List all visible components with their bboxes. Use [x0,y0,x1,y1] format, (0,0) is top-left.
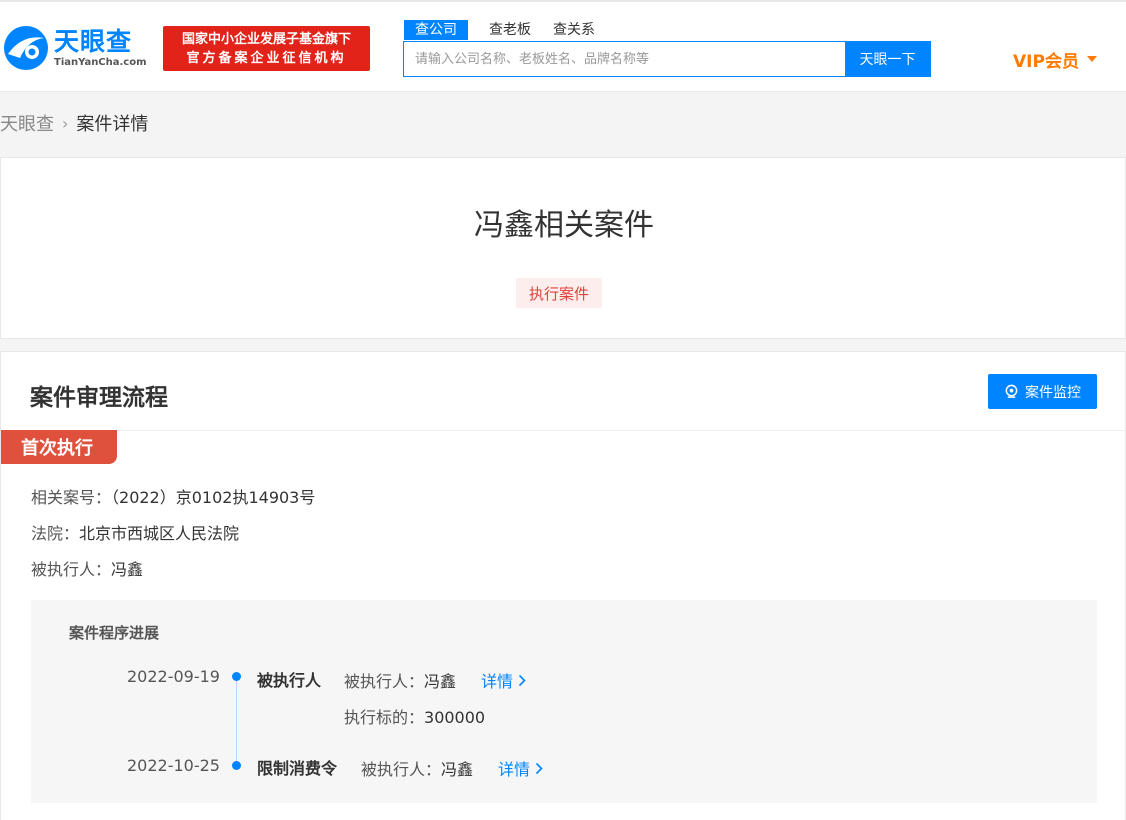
event-1-party-label: 被执行人： [344,672,425,691]
breadcrumb: 天眼查 › 案件详情 [0,110,149,136]
breadcrumb-home-link[interactable]: 天眼查 [0,110,54,136]
case-type-tag: 执行案件 [516,278,602,308]
case-number-value: （2022）京0102执14903号 [111,488,316,507]
vip-member-menu[interactable]: VIP会员 [1013,48,1097,72]
search-input[interactable] [404,42,845,76]
search-tabs: 查公司 查老板 查关系 [404,20,606,40]
event-1-detail-link[interactable]: 详情 [481,668,526,692]
logo-chinese: 天眼查 [54,27,133,56]
badge-line-2: 官方备案企业征信机构 [186,50,347,66]
chevron-right-icon: › [62,113,69,133]
event-2-detail-label: 详情 [498,760,531,779]
event-2-date: 2022-10-25 [127,756,220,775]
executee-label: 被执行人： [31,560,112,579]
page-title: 冯鑫相关案件 [474,208,654,243]
case-title-card: 冯鑫相关案件 执行案件 [0,157,1126,339]
case-number-label: 相关案号： [31,488,112,507]
event-1-detail-label: 详情 [481,672,514,691]
event-1-date: 2022-09-19 [127,667,220,686]
eye-logo-icon [4,26,48,70]
progress-panel: 案件程序进展 2022-09-19 被执行人 被执行人：冯鑫 详情 执行标的：3… [31,600,1097,803]
event-1-amount-value: 300000 [424,708,486,727]
logo-english: TianYanCha.com [54,57,147,68]
event-1-amount-label: 执行标的： [344,708,425,727]
caret-down-icon [1086,56,1097,62]
search-box: 天眼一下 [403,41,931,77]
monitor-eye-icon [1005,384,1018,398]
section-title: 案件审理流程 [30,385,168,411]
executee-value: 冯鑫 [111,560,144,579]
section-divider [1,430,1125,431]
tab-search-boss[interactable]: 查老板 [478,20,542,40]
case-monitor-button[interactable]: 案件监控 [988,374,1097,409]
event-1-type: 被执行人 [257,671,322,690]
event-1-amount: 执行标的：300000 [344,704,485,728]
event-2-party-label: 被执行人： [361,760,442,779]
event-2-type: 限制消费令 [257,759,338,778]
chevron-right-icon [535,762,543,774]
tianyancha-logo[interactable]: 天眼查 TianYanCha.com [2,22,154,74]
official-badge: 国家中小企业发展子基金旗下 官方备案企业征信机构 [163,26,370,71]
court-label: 法院： [31,524,80,543]
stage-label: 首次执行 [1,430,117,464]
event-1-party: 被执行人：冯鑫 [344,668,456,692]
breadcrumb-current: 案件详情 [76,114,149,135]
top-header: 天眼查 TianYanCha.com 国家中小企业发展子基金旗下 官方备案企业征… [0,0,1126,92]
case-process-card: 案件审理流程 案件监控 首次执行 相关案号：（2022）京0102执14903号… [0,351,1126,820]
timeline-dot-icon [232,761,241,770]
executee-row: 被执行人：冯鑫 [31,556,143,580]
logo-text: 天眼查 TianYanCha.com [54,27,147,69]
event-1-party-value: 冯鑫 [424,672,457,691]
case-number-row: 相关案号：（2022）京0102执14903号 [31,484,315,508]
event-2-party: 被执行人：冯鑫 [361,756,473,780]
event-2-detail-link[interactable]: 详情 [498,756,543,780]
timeline-dot-icon [232,672,241,681]
case-monitor-label: 案件监控 [1025,384,1081,401]
vip-label: VIP会员 [1013,51,1079,72]
court-row: 法院：北京市西城区人民法院 [31,520,239,544]
badge-line-1: 国家中小企业发展子基金旗下 [181,31,351,47]
timeline-line [236,676,237,764]
event-2-party-value: 冯鑫 [441,760,474,779]
progress-title: 案件程序进展 [69,624,160,642]
search-button[interactable]: 天眼一下 [845,42,930,76]
tab-search-company[interactable]: 查公司 [404,20,468,40]
court-value: 北京市西城区人民法院 [79,524,240,543]
tab-search-relation[interactable]: 查关系 [542,20,606,40]
chevron-right-icon [518,674,526,686]
